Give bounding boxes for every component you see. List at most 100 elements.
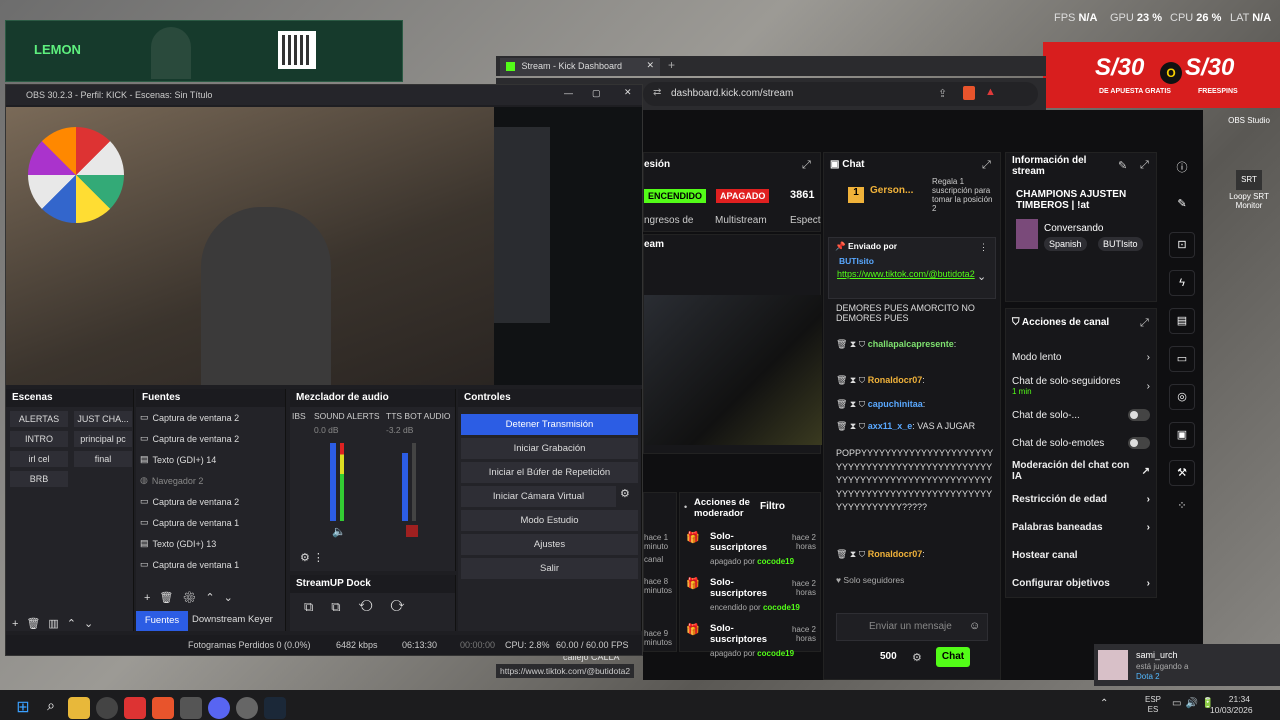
muted-speaker-icon[interactable] [406,525,418,537]
friend-notification[interactable]: sami_urch está jugando a Dota 2 [1094,644,1280,686]
pencil-icon[interactable]: ✎ [1169,192,1195,218]
stop-stream-button[interactable]: Detener Transmisión [461,414,638,435]
virtual-camera-settings-icon[interactable]: ⚙ [620,487,630,500]
toggle-switch[interactable] [1128,409,1150,421]
tab-downstream-keyer[interactable]: Downstream Keyer [192,614,273,625]
info-icon[interactable]: ⓘ [1169,156,1195,182]
new-tab-icon[interactable]: + [668,58,675,72]
capture-icon[interactable]: ⊡ [1169,232,1195,258]
apagado-button[interactable]: APAGADO [716,189,770,203]
source-row[interactable]: ▭ Captura de ventana 1 [136,512,285,533]
streamup-buttons[interactable]: ⧉⧉⟲⟳ [304,599,422,615]
emoji-icon[interactable]: ☺ [969,620,980,632]
discord-icon[interactable] [208,697,230,719]
send-chat-button[interactable]: Chat [936,647,970,667]
replay-buffer-button[interactable]: Iniciar el Búfer de Repetición [461,462,638,483]
tag-chip[interactable]: BUTIsito [1098,237,1143,251]
steam-icon[interactable] [264,697,286,719]
settings-icon[interactable]: ⚙ [912,651,922,664]
chat-bubble-icon[interactable]: ▭ [1169,346,1195,372]
exit-button[interactable]: Salir [461,558,638,579]
broadcast-icon[interactable]: ◎ [1169,384,1195,410]
source-row[interactable]: ▤ Texto (GDI+) 14 [136,449,285,470]
scene-button[interactable]: JUST CHA... [74,411,132,427]
share-icon[interactable]: ⇪ [938,87,947,100]
scene-toolbar[interactable]: +🗑▥⌃⌄ [12,617,101,630]
source-row[interactable]: ▭ Captura de ventana 2 [136,491,285,512]
apps-icon[interactable]: ⁘ [1169,494,1195,520]
source-row[interactable]: ◍ Navegador 2 [136,470,285,491]
scene-button[interactable]: BRB [10,471,68,487]
app-red-icon[interactable] [124,697,146,719]
source-row[interactable]: ▭ Captura de ventana 2 [136,407,285,428]
volume-slider[interactable] [402,453,408,521]
encendido-button[interactable]: ENCENDIDO [644,189,707,203]
site-info-icon[interactable]: ⇄ [653,87,661,98]
close-icon[interactable]: ✕ [624,87,632,98]
edit-icon[interactable]: ✎ [1118,159,1127,172]
expand-icon[interactable]: ⤢ [802,159,811,172]
close-tab-icon[interactable]: ✕ [646,60,654,71]
chat-input[interactable]: Enviar un mensaje ☺ [836,613,988,641]
toggle-switch[interactable] [1128,437,1150,449]
mixer-settings-icon[interactable]: ⚙ ⋮ [300,551,324,564]
brave-shield-icon[interactable] [963,86,975,100]
expand-icon[interactable]: ⤢ [1140,317,1149,330]
minimize-icon[interactable]: — [564,88,573,98]
source-row[interactable]: ▭ Captura de ventana 1 [136,554,285,575]
scene-button[interactable]: final [74,451,132,467]
scene-button[interactable]: ALERTAS [10,411,68,427]
scene-button[interactable]: INTRO [10,431,68,447]
scene-button[interactable]: irl cel [10,451,68,467]
source-row[interactable]: ▭ Captura de ventana 2 [136,428,285,449]
obs-preview-canvas[interactable] [6,107,494,385]
document-icon[interactable]: ▤ [1169,308,1195,334]
desktop-icon-obs[interactable]: OBS Studio [1228,100,1270,125]
obs-icon[interactable] [96,697,118,719]
action-ai-moderation[interactable]: Moderación del chat con IA ↗ [1006,457,1158,485]
action-followers-only[interactable]: Chat de solo-seguidores 1 min › [1006,371,1158,401]
tab-kick-dashboard[interactable]: Stream - Kick Dashboard ✕ [500,58,660,76]
language-indicator[interactable]: ESP ES [1145,695,1161,715]
tag-chip[interactable]: Spanish [1044,237,1087,251]
promo-banner[interactable]: S/30 O S/30 DE APUESTA GRATIS FREESPINS [1043,42,1280,108]
studio-mode-button[interactable]: Modo Estudio [461,510,638,531]
action-age-restriction[interactable]: Restricción de edad › [1006,485,1158,513]
settings-button[interactable]: Ajustes [461,534,638,555]
lightning-icon[interactable]: ϟ [1169,270,1195,296]
expand-icon[interactable]: ⤢ [1140,159,1149,172]
scene-button[interactable]: principal pc [74,431,132,447]
clock[interactable]: 21:34 10/03/2026 [1210,694,1253,716]
wrench-icon[interactable]: ⚒ [1169,460,1195,486]
brave-icon[interactable] [152,697,174,719]
action-slow-mode[interactable]: Modo lento › [1006,343,1158,371]
app-icon[interactable] [180,697,202,719]
filter-button[interactable]: Filtro [760,501,785,512]
speaker-icon[interactable]: 🔈 [332,525,346,538]
app-icon[interactable] [236,697,258,719]
tray-chevron-icon[interactable]: ⌃ [1100,698,1108,709]
start-recording-button[interactable]: Iniciar Grabación [461,438,638,459]
tab-fuentes[interactable]: Fuentes [136,611,188,631]
chevron-down-icon[interactable]: ⌄ [977,270,986,283]
more-icon[interactable]: ⋮ [979,242,988,253]
search-icon[interactable]: ⌕ [40,697,62,719]
rewards-icon[interactable]: ▲ [985,86,996,98]
maximize-icon[interactable]: ▢ [592,88,601,99]
volume-slider[interactable] [330,443,336,521]
pinned-link[interactable]: https://www.tiktok.com/@butidota2 [837,269,975,279]
file-explorer-icon[interactable] [68,697,90,719]
windows-start-icon[interactable]: ⊞ [12,697,34,719]
source-row[interactable]: ▤ Texto (GDI+) 13 [136,533,285,554]
desktop-icon-loopy[interactable]: SRT Loopy SRT Monitor [1226,170,1272,210]
expand-icon[interactable]: ⤢ [982,159,991,172]
tv-icon[interactable]: ▣ [1169,422,1195,448]
address-bar[interactable]: ⇄ dashboard.kick.com/stream ⇪ ▲ [643,82,1038,106]
action-subs-only[interactable]: Chat de solo-... [1006,401,1158,429]
source-toolbar[interactable]: +🗑⚙⌃⌄ [144,591,242,604]
action-goals[interactable]: Configurar objetivos › [1006,569,1158,597]
action-host-channel[interactable]: Hostear canal [1006,541,1158,569]
top-gifter[interactable]: Gerson... [870,185,913,196]
virtual-camera-button[interactable]: Iniciar Cámara Virtual [461,486,616,507]
action-emotes-only[interactable]: Chat de solo-emotes [1006,429,1158,457]
